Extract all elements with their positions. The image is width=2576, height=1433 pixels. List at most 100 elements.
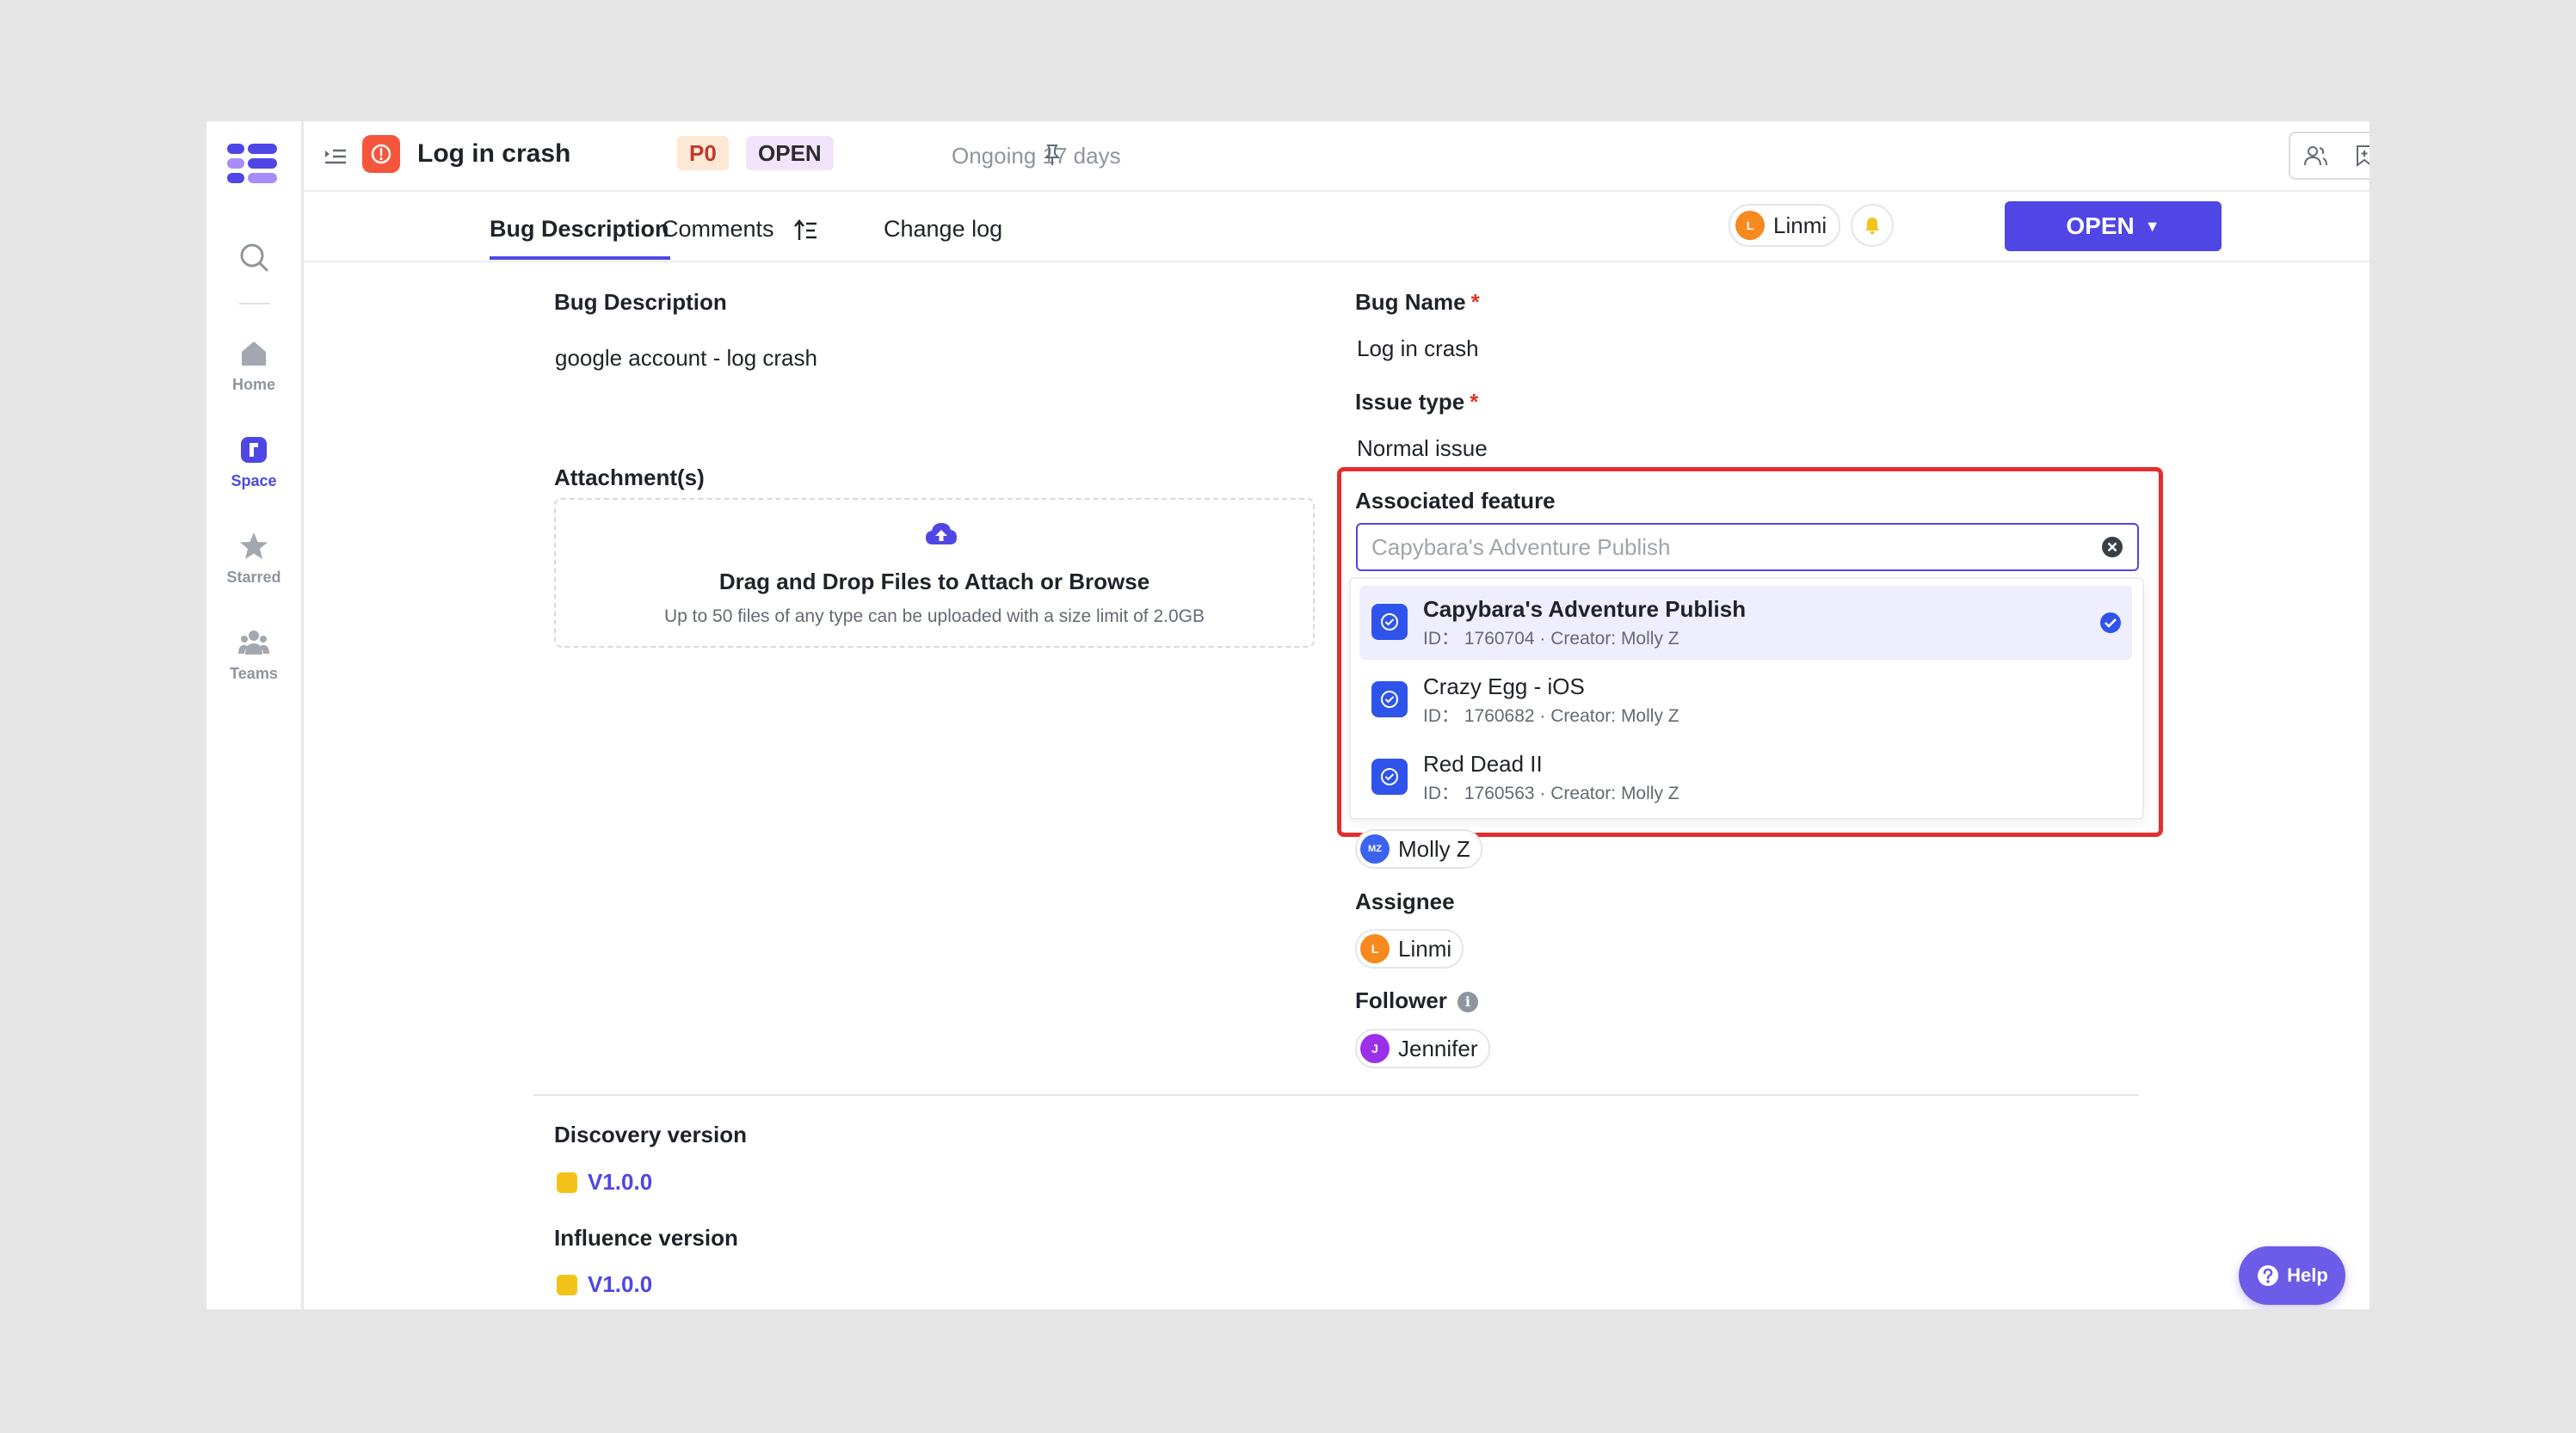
rail-divider — [239, 303, 270, 304]
rail-item-space[interactable]: Space — [206, 434, 301, 490]
status-dropdown-button[interactable]: OPEN ▼ — [2005, 201, 2222, 251]
feature-icon — [1371, 681, 1408, 717]
members-icon[interactable] — [2302, 143, 2328, 169]
influence-version-value[interactable]: V1.0.0 — [557, 1271, 652, 1298]
info-icon[interactable]: i — [1457, 992, 1478, 1012]
tab-change-log[interactable]: Change log — [884, 214, 1002, 243]
clear-icon[interactable] — [2101, 536, 2123, 558]
search-icon[interactable] — [237, 240, 271, 274]
rail-item-label: Teams — [230, 665, 278, 682]
version-icon — [557, 1172, 577, 1193]
collapse-sidebar-icon[interactable] — [323, 144, 348, 169]
tab-comments-label: Comments — [662, 216, 774, 242]
feature-option[interactable]: Crazy Egg - iOS ID： 1760682 · Creator: M… — [1359, 663, 2132, 737]
assignee-label: Assignee — [1355, 889, 1455, 914]
sort-icon[interactable] — [792, 218, 818, 243]
owner-pill[interactable]: L Linmi — [1729, 204, 1841, 247]
required-mark: * — [1470, 389, 1479, 415]
rail-item-label: Home — [231, 376, 275, 393]
bug-name-label-text: Bug Name — [1355, 289, 1466, 315]
follower-name: Jennifer — [1398, 1035, 1478, 1061]
discovery-version-text: V1.0.0 — [588, 1169, 653, 1195]
home-icon — [242, 341, 266, 366]
bug-name-label: Bug Name * — [1355, 287, 1480, 317]
dropzone-subtitle: Up to 50 files of any type can be upload… — [663, 606, 1205, 626]
description-label: Bug Description — [554, 289, 727, 315]
feature-option-name: Red Dead II — [1423, 751, 1543, 777]
priority-badge[interactable]: P0 — [677, 136, 729, 170]
left-rail: Home Space Starred Teams — [206, 121, 304, 1309]
owner-name: Linmi — [1773, 212, 1827, 238]
bookmark-icon[interactable] — [2351, 143, 2370, 169]
feature-icon — [1371, 759, 1408, 795]
feature-option[interactable]: Capybara's Adventure Publish ID： 1760704… — [1359, 586, 2132, 660]
avatar: J — [1360, 1034, 1390, 1063]
notify-button[interactable] — [1851, 204, 1894, 247]
reporter-name: Molly Z — [1398, 835, 1470, 862]
file-dropzone[interactable]: Drag and Drop Files to Attach or Browse … — [554, 498, 1315, 648]
assignee-name: Linmi — [1398, 935, 1452, 962]
feature-option-meta: ID： 1760704 · Creator: Molly Z — [1423, 629, 1679, 649]
bell-icon — [1865, 218, 1879, 235]
associated-feature-input[interactable] — [1356, 523, 2139, 571]
bug-type-icon — [362, 135, 400, 173]
app-window: Home Space Starred Teams Log in crash P0… — [206, 121, 2370, 1309]
feature-option-meta: ID： 1760682 · Creator: Molly Z — [1423, 706, 1679, 726]
header-actions — [2289, 132, 2370, 180]
avatar: L — [1360, 934, 1390, 963]
issue-type-label-text: Issue type — [1355, 389, 1465, 415]
version-icon — [557, 1274, 577, 1295]
follower-pill[interactable]: J Jennifer — [1355, 1029, 1490, 1068]
selected-check-icon — [2100, 612, 2121, 633]
issue-type-label: Issue type * — [1355, 387, 1478, 416]
rail-item-home[interactable]: Home — [206, 338, 301, 394]
avatar: MZ — [1360, 834, 1390, 864]
ongoing-duration: Ongoing 17 days — [952, 143, 1121, 169]
pin-icon[interactable] — [1039, 142, 1065, 168]
bug-name-value[interactable]: Log in crash — [1357, 334, 1479, 363]
rail-item-starred[interactable]: Starred — [206, 531, 301, 587]
feature-search-field[interactable] — [1370, 530, 2079, 564]
required-mark: * — [1470, 289, 1480, 315]
teams-icon — [238, 630, 269, 655]
feature-dropdown-menu: Capybara's Adventure Publish ID： 1760704… — [1349, 577, 2144, 820]
active-tab-indicator — [490, 256, 670, 260]
section-divider — [533, 1094, 2139, 1096]
help-label: Help — [2287, 1264, 2328, 1286]
help-button[interactable]: Help — [2239, 1246, 2345, 1305]
influence-version-label: Influence version — [554, 1225, 738, 1251]
associated-feature-label: Associated feature — [1355, 488, 1556, 514]
reporter-pill[interactable]: MZ Molly Z — [1355, 829, 1482, 869]
page-title: Log in crash — [417, 139, 571, 168]
dropzone-title: Drag and Drop Files to Attach or Browse — [718, 569, 1150, 594]
assignee-pill[interactable]: L Linmi — [1355, 929, 1464, 969]
space-icon — [241, 437, 267, 463]
issue-header: Log in crash P0 OPEN Ongoing 17 days — [304, 121, 2370, 192]
rail-item-label: Space — [231, 472, 277, 489]
avatar: L — [1735, 211, 1765, 240]
status-button-label: OPEN — [2066, 212, 2135, 239]
discovery-version-label: Discovery version — [554, 1122, 748, 1147]
rail-item-teams[interactable]: Teams — [206, 627, 301, 683]
tab-comments[interactable]: Comments — [662, 214, 818, 243]
app-logo-icon[interactable] — [227, 142, 279, 185]
tab-bug-description[interactable]: Bug Description — [490, 214, 669, 243]
influence-version-text: V1.0.0 — [588, 1271, 653, 1297]
chevron-down-icon: ▼ — [2144, 217, 2160, 235]
rail-item-label: Starred — [226, 569, 281, 586]
follower-label: Follower i — [1355, 986, 1478, 1015]
feature-option-name: Crazy Egg - iOS — [1423, 673, 1585, 699]
follower-label-text: Follower — [1355, 987, 1447, 1013]
issue-type-value[interactable]: Normal issue — [1357, 434, 1488, 463]
feature-option-meta: ID： 1760563 · Creator: Molly Z — [1423, 784, 1679, 803]
feature-option[interactable]: Red Dead II ID： 1760563 · Creator: Molly… — [1359, 741, 2132, 815]
status-badge: OPEN — [746, 136, 834, 170]
question-icon — [2258, 1265, 2279, 1286]
description-text[interactable]: google account - log crash — [555, 343, 817, 372]
attachments-label: Attachment(s) — [554, 464, 705, 490]
cloud-upload-icon — [926, 523, 957, 544]
feature-icon — [1371, 604, 1408, 640]
discovery-version-value[interactable]: V1.0.0 — [557, 1169, 652, 1196]
star-icon — [240, 532, 268, 559]
feature-option-name: Capybara's Adventure Publish — [1423, 596, 1747, 622]
